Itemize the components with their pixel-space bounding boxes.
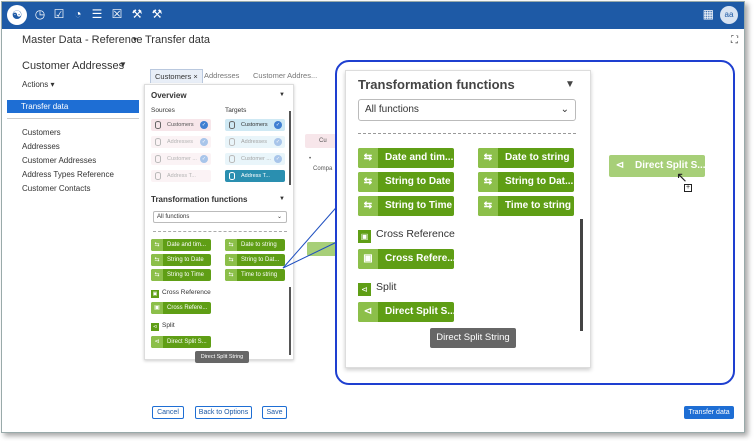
function-label: String to Dat... (505, 176, 574, 187)
transformation-heading: Transformation functions (358, 77, 515, 92)
zoom-connector-line (282, 239, 342, 269)
function-label: Direct Split S... (385, 306, 454, 317)
function-string-to-time[interactable]: ⇆ String to Time (358, 196, 454, 216)
function-filter-select[interactable]: All functions ⌄ (358, 99, 576, 121)
save-button[interactable]: Save (262, 406, 287, 419)
split-section: ⊲ Split (358, 281, 396, 296)
caret-down-icon[interactable]: ▼ (565, 79, 575, 90)
scrollbar[interactable] (580, 219, 583, 331)
swap-icon: ⇆ (358, 196, 378, 216)
function-label: String to Time (385, 200, 453, 211)
function-cross-reference[interactable]: ▣ Cross Refere... (358, 249, 454, 269)
copy-plus-icon: + (684, 184, 692, 192)
ghost-label: Direct Split S... (635, 160, 705, 171)
cross-reference-section: ▣ Cross Reference (358, 228, 455, 243)
swap-icon: ⇆ (478, 172, 498, 192)
function-string-to-datetime[interactable]: ⇆ String to Dat... (478, 172, 574, 192)
transfer-data-button[interactable]: Transfer data (684, 406, 734, 419)
cancel-button[interactable]: Cancel (152, 406, 184, 419)
function-label: Date to string (505, 152, 570, 163)
section-label: Split (376, 281, 397, 293)
swap-icon: ⇆ (358, 172, 378, 192)
share-icon: ⊲ (358, 302, 378, 322)
select-value: All functions (365, 104, 419, 115)
functions-panel-zoomed: Transformation functions ▼ All functions… (345, 70, 591, 368)
function-date-and-time[interactable]: ⇆ Date and tim... (358, 148, 454, 168)
function-direct-split-string[interactable]: ⊲ Direct Split S... (358, 302, 454, 322)
section-label: Cross Reference (376, 228, 455, 240)
app-window: ☯ ◷ ☑ ◔ ☰ ☒ ⚒ ⚒ ▦ aa Master Data - Refer… (1, 1, 745, 433)
function-label: Date and tim... (385, 152, 454, 163)
function-time-to-string[interactable]: ⇆ Time to string (478, 196, 574, 216)
function-string-to-date[interactable]: ⇆ String to Date (358, 172, 454, 192)
swap-icon: ⇆ (478, 196, 498, 216)
share-icon: ⊲ (358, 283, 371, 296)
function-label: Time to string (505, 200, 571, 211)
zoom-connector-line (282, 201, 342, 269)
chevron-down-icon: ⌄ (560, 104, 569, 115)
swap-icon: ⇆ (358, 148, 378, 168)
function-date-to-string[interactable]: ⇆ Date to string (478, 148, 574, 168)
zoom-callout: Transformation functions ▼ All functions… (335, 60, 735, 385)
drag-ghost-direct-split: ⊲ Direct Split S... (609, 155, 705, 177)
tooltip: Direct Split String (430, 328, 516, 348)
table-icon: ▣ (358, 249, 378, 269)
function-label: Cross Refere... (385, 253, 454, 264)
function-label: String to Date (385, 176, 451, 187)
table-icon: ▣ (358, 230, 371, 243)
divider (358, 133, 576, 134)
back-to-options-button[interactable]: Back to Options (195, 406, 252, 419)
swap-icon: ⇆ (478, 148, 498, 168)
share-icon: ⊲ (615, 160, 625, 171)
